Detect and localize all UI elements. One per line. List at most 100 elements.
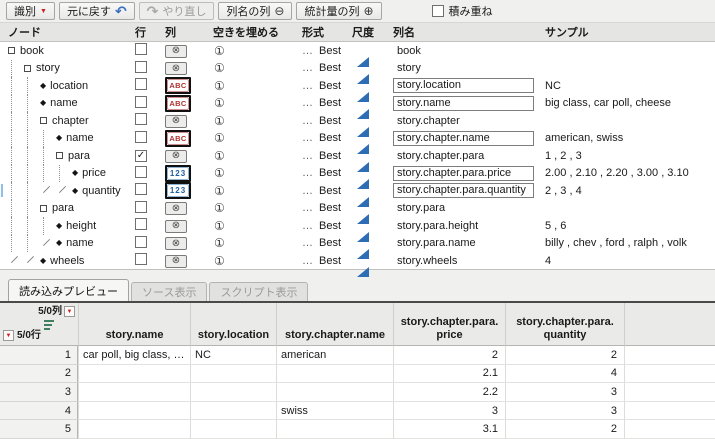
column-name-input[interactable]: story.chapter.para.quantity	[393, 183, 534, 199]
node-cell[interactable]: ◆ quantity	[0, 182, 133, 200]
tab-source-view[interactable]: ソース表示	[131, 282, 208, 301]
node-cell[interactable]: ◆ wheels	[0, 252, 133, 270]
node-cell[interactable]: para	[0, 147, 133, 165]
node-cell[interactable]: book	[0, 42, 133, 60]
excluded-column-icon[interactable]: ⊗	[165, 44, 187, 58]
node-cell[interactable]: ◆ name	[0, 94, 133, 113]
preview-column-header[interactable]: story.chapter.para. quantity	[505, 303, 624, 346]
row-checkbox[interactable]	[135, 130, 147, 143]
format-ellipsis-button[interactable]: …	[302, 237, 313, 249]
fill-one-icon[interactable]: ①	[213, 131, 225, 145]
node-cell[interactable]: ◆ price	[0, 164, 133, 183]
format-value[interactable]: Best	[319, 62, 341, 74]
column-name-input[interactable]: story.name	[393, 95, 534, 111]
format-value[interactable]: Best	[319, 115, 341, 127]
row-checkbox[interactable]	[135, 253, 147, 266]
format-ellipsis-button[interactable]: …	[302, 150, 313, 162]
fill-one-icon[interactable]: ①	[213, 149, 225, 163]
row-checkbox[interactable]: ✓	[135, 150, 147, 163]
format-value[interactable]: Best	[319, 167, 341, 179]
row-checkbox[interactable]	[135, 113, 147, 126]
excluded-column-icon[interactable]: ⊗	[165, 114, 187, 128]
fill-one-icon[interactable]: ①	[213, 44, 225, 58]
node-cell[interactable]: ◆ height	[0, 217, 133, 235]
row-checkbox[interactable]	[135, 165, 147, 178]
row-checkbox[interactable]	[135, 200, 147, 213]
node-cell[interactable]: ◆ name	[0, 234, 133, 253]
format-value[interactable]: Best	[319, 202, 341, 214]
character-column-icon[interactable]: ABC	[167, 79, 189, 93]
fill-one-icon[interactable]: ①	[213, 254, 225, 268]
format-ellipsis-button[interactable]: …	[302, 45, 313, 57]
columns-menu-button[interactable]: ▼	[64, 306, 75, 317]
preview-column-header[interactable]: story.chapter.para. price	[393, 303, 505, 346]
excluded-column-icon[interactable]: ⊗	[165, 202, 187, 215]
excluded-column-icon[interactable]: ⊗	[165, 62, 187, 75]
numeric-column-icon[interactable]: 123	[167, 184, 189, 198]
node-cell[interactable]: ◆ name	[0, 129, 133, 148]
preview-column-header[interactable]: story.name	[78, 303, 190, 346]
column-name-column-button[interactable]: 列名の列 ⊖	[218, 2, 293, 20]
column-name-input[interactable]: story.chapter.name	[393, 130, 534, 146]
identify-button[interactable]: 識別 ▼	[6, 2, 55, 20]
column-name-input[interactable]: story.chapter.para.price	[393, 165, 534, 181]
format-value[interactable]: Best	[319, 220, 341, 232]
format-ellipsis-button[interactable]: …	[302, 132, 313, 144]
fill-one-icon[interactable]: ①	[213, 61, 225, 75]
format-ellipsis-button[interactable]: …	[302, 97, 313, 109]
format-value[interactable]: Best	[319, 237, 341, 249]
format-value[interactable]: Best	[319, 255, 341, 267]
format-ellipsis-button[interactable]: …	[302, 185, 313, 197]
fill-one-icon[interactable]: ①	[213, 114, 225, 128]
node-cell[interactable]: ◆ location	[0, 77, 133, 95]
row-checkbox[interactable]	[135, 78, 147, 91]
node-cell[interactable]: para	[0, 199, 133, 218]
fill-one-icon[interactable]: ①	[213, 236, 225, 250]
format-value[interactable]: Best	[319, 97, 341, 109]
format-value[interactable]: Best	[319, 80, 341, 92]
undo-button[interactable]: 元に戻す ↶	[58, 2, 135, 20]
preview-column-header[interactable]: story.location	[190, 303, 276, 346]
fill-one-icon[interactable]: ①	[213, 184, 225, 198]
format-ellipsis-button[interactable]: …	[302, 167, 313, 179]
character-column-icon[interactable]: ABC	[167, 96, 189, 110]
fill-one-icon[interactable]: ①	[213, 96, 225, 110]
numeric-column-icon[interactable]: 123	[167, 166, 189, 180]
row-checkbox[interactable]	[135, 235, 147, 248]
row-checkbox[interactable]	[135, 183, 147, 196]
format-value[interactable]: Best	[319, 45, 341, 57]
format-ellipsis-button[interactable]: …	[302, 62, 313, 74]
fill-one-icon[interactable]: ①	[213, 201, 225, 215]
row-checkbox[interactable]	[135, 95, 147, 108]
format-ellipsis-button[interactable]: …	[302, 255, 313, 267]
excluded-column-icon[interactable]: ⊗	[165, 254, 187, 268]
redo-button[interactable]: ↷ やり直し	[138, 2, 215, 20]
fill-one-icon[interactable]: ①	[213, 166, 225, 180]
fill-one-icon[interactable]: ①	[213, 219, 225, 233]
format-value[interactable]: Best	[319, 132, 341, 144]
excluded-column-icon[interactable]: ⊗	[165, 219, 187, 233]
node-cell[interactable]: chapter	[0, 112, 133, 130]
rows-menu-button[interactable]: ▼	[3, 330, 14, 341]
preview-column-header[interactable]: story.chapter.name	[276, 303, 393, 346]
stack-checkbox[interactable]	[431, 5, 444, 17]
continuous-scale-icon[interactable]	[357, 254, 369, 277]
excluded-column-icon[interactable]: ⊗	[165, 149, 187, 163]
row-checkbox[interactable]	[135, 43, 147, 56]
format-ellipsis-button[interactable]: …	[302, 80, 313, 92]
excluded-column-icon[interactable]: ⊗	[165, 237, 187, 250]
column-name-input[interactable]: story.location	[393, 78, 534, 94]
format-value[interactable]: Best	[319, 150, 341, 162]
row-checkbox[interactable]	[135, 218, 147, 231]
row-checkbox[interactable]	[135, 60, 147, 73]
format-ellipsis-button[interactable]: …	[302, 115, 313, 127]
format-ellipsis-button[interactable]: …	[302, 202, 313, 214]
fill-one-icon[interactable]: ①	[213, 79, 225, 93]
tab-script-view[interactable]: スクリプト表示	[209, 282, 309, 301]
statistics-column-button[interactable]: 統計量の列 ⊕	[296, 2, 382, 20]
node-cell[interactable]: story	[0, 59, 133, 78]
format-value[interactable]: Best	[319, 185, 341, 197]
tab-import-preview[interactable]: 読み込みプレビュー	[8, 279, 129, 301]
format-ellipsis-button[interactable]: …	[302, 220, 313, 232]
character-column-icon[interactable]: ABC	[167, 131, 189, 145]
